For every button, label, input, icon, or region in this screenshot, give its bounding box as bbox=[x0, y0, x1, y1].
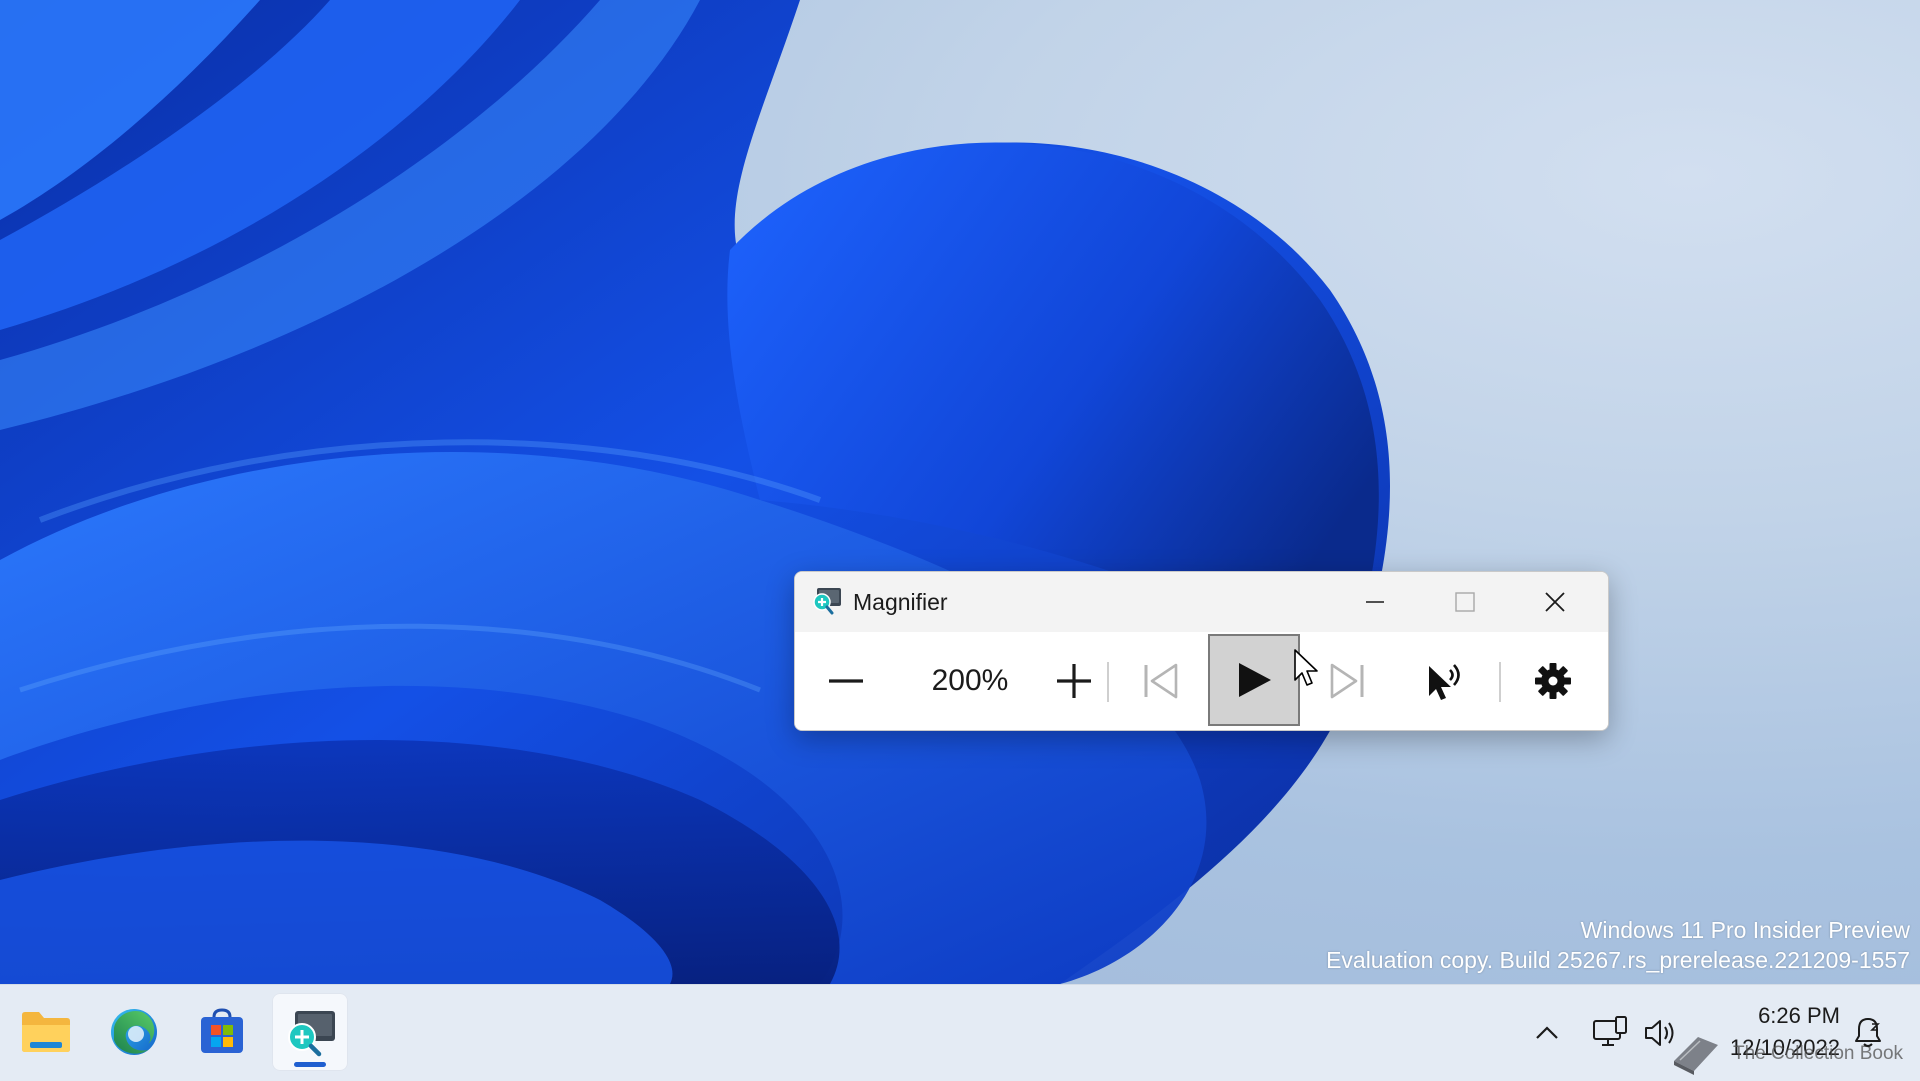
plus-icon bbox=[1057, 664, 1091, 698]
maximize-button[interactable] bbox=[1421, 572, 1509, 632]
zoom-out-button[interactable] bbox=[815, 632, 877, 730]
previous-sentence-button[interactable] bbox=[1125, 632, 1195, 730]
desktop-wallpaper: Windows 11 Pro Insider Preview Evaluatio… bbox=[0, 0, 1920, 984]
title-bar[interactable]: Magnifier bbox=[795, 572, 1608, 632]
magnifier-toolbar: 200% bbox=[795, 632, 1608, 730]
zoom-level-value: 200% bbox=[931, 664, 1009, 697]
show-hidden-icons-button[interactable] bbox=[1530, 1013, 1564, 1053]
network-status-button[interactable] bbox=[1590, 1013, 1630, 1053]
minimize-icon bbox=[1366, 601, 1384, 603]
settings-button[interactable] bbox=[1517, 632, 1589, 730]
maximize-icon bbox=[1455, 592, 1475, 612]
network-icon bbox=[1593, 1016, 1627, 1046]
read-from-here-button[interactable] bbox=[1407, 632, 1483, 730]
notification-bell-icon bbox=[1855, 1018, 1881, 1047]
taskbar-microsoft-edge[interactable] bbox=[96, 993, 172, 1071]
play-button[interactable] bbox=[1208, 634, 1300, 726]
chevron-up-icon bbox=[1536, 1026, 1558, 1039]
folder-icon bbox=[22, 1012, 70, 1052]
toolbar-separator bbox=[1107, 662, 1109, 702]
active-app-indicator bbox=[294, 1062, 326, 1067]
mouse-pointer-icon bbox=[1294, 649, 1318, 686]
bloom-wallpaper-art bbox=[0, 0, 1390, 984]
close-button[interactable] bbox=[1511, 572, 1599, 632]
taskbar-file-explorer[interactable] bbox=[8, 993, 84, 1071]
edge-icon bbox=[111, 1009, 157, 1055]
close-icon bbox=[1545, 592, 1565, 612]
windows-evaluation-watermark: Windows 11 Pro Insider Preview Evaluatio… bbox=[1326, 915, 1910, 975]
store-icon bbox=[201, 1008, 243, 1053]
watermark-line-1: Windows 11 Pro Insider Preview bbox=[1580, 917, 1910, 943]
toolbar-separator bbox=[1499, 662, 1501, 702]
notification-center-button[interactable] bbox=[1850, 1014, 1886, 1050]
clock-time: 6:26 PM bbox=[1758, 1003, 1840, 1028]
zoom-in-button[interactable] bbox=[1043, 632, 1105, 730]
minus-icon bbox=[829, 679, 863, 683]
magnifier-window: Magnifier 200% bbox=[794, 571, 1609, 731]
next-sentence-button[interactable] bbox=[1313, 632, 1383, 730]
taskbar-magnifier[interactable] bbox=[272, 993, 348, 1071]
taskbar-microsoft-store[interactable] bbox=[184, 993, 260, 1071]
magnifier-icon bbox=[288, 1011, 335, 1057]
window-title: Magnifier bbox=[853, 589, 948, 615]
minimize-button[interactable] bbox=[1331, 572, 1419, 632]
play-icon bbox=[1239, 663, 1271, 697]
gear-icon bbox=[1535, 663, 1571, 699]
taskbar bbox=[0, 984, 1920, 1081]
magnifier-app-icon bbox=[813, 588, 841, 615]
skip-forward-icon bbox=[1330, 663, 1364, 699]
skip-back-icon bbox=[1144, 663, 1178, 699]
watermark-line-2: Evaluation copy. Build 25267.rs_prerelea… bbox=[1326, 947, 1910, 973]
read-from-pointer-icon bbox=[1429, 664, 1460, 700]
